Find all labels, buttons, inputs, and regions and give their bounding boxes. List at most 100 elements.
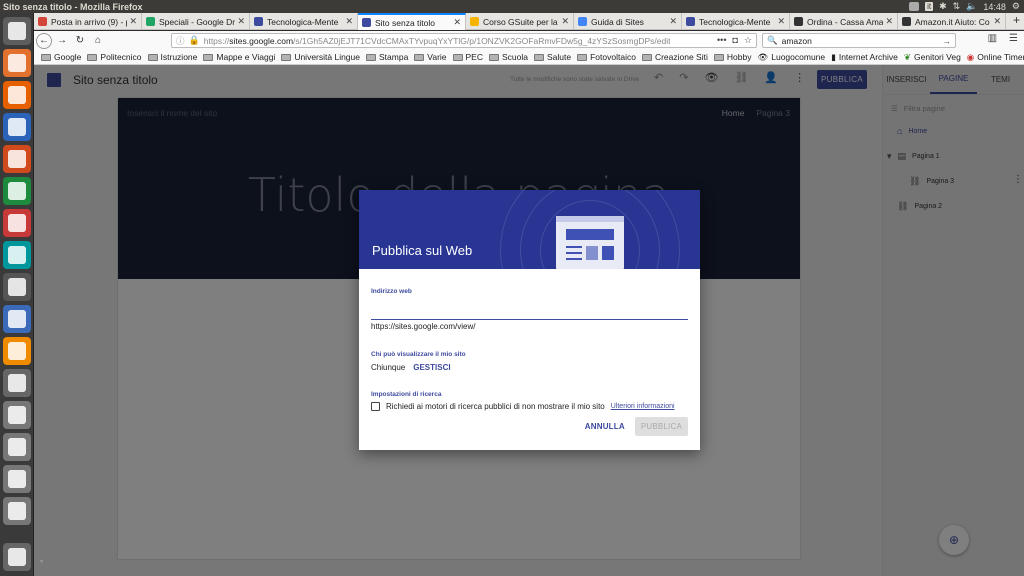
close-icon[interactable]: ✕: [129, 16, 137, 27]
bookmark-link[interactable]: ◉ Online Timer: [964, 52, 1024, 63]
visibility-value: Chiunque: [371, 363, 406, 372]
bookmark-folder[interactable]: PEC: [450, 52, 486, 62]
web-address-input[interactable]: [371, 309, 688, 320]
back-button[interactable]: ←: [36, 32, 52, 49]
forward-button[interactable]: →: [54, 33, 70, 49]
lock-icon[interactable]: 🔒: [189, 35, 200, 46]
navigation-bar: ← → ↻ ⌂ ⓘ 🔒 https://sites.google.com/s/1…: [34, 31, 1024, 50]
search-settings-row: Richiedi ai motori di ricerca pubblici d…: [371, 402, 688, 411]
folder-icon: [281, 53, 292, 61]
dropbox-icon[interactable]: [909, 2, 920, 11]
close-icon[interactable]: ✕: [669, 16, 677, 27]
home-button[interactable]: ⌂: [90, 33, 106, 49]
document-viewer-icon[interactable]: [3, 305, 31, 333]
gear-icon[interactable]: ⚙: [1012, 1, 1020, 12]
pocket-icon[interactable]: ◘: [732, 35, 737, 46]
web-address-label: Indirizzo web: [371, 288, 412, 295]
archive-icon: ▮: [831, 51, 836, 62]
bookmark-folder[interactable]: Fotovoltaico: [574, 52, 639, 62]
reload-button[interactable]: ↻: [72, 33, 88, 49]
more-info-link[interactable]: Ulteriori informazioni: [611, 403, 675, 410]
tab-guida-sites[interactable]: Guida di Sites ✕: [574, 13, 682, 30]
close-icon[interactable]: ✕: [993, 16, 1001, 27]
clock[interactable]: 14:48: [983, 2, 1006, 12]
bookmark-link[interactable]: ▮ Internet Archive: [828, 52, 901, 63]
tab-corso-gsuite[interactable]: Corso GSuite per la d ✕: [466, 13, 574, 30]
cancel-button[interactable]: ANNULLA: [581, 418, 629, 435]
bookmark-link[interactable]: 👁 Luogocomune: [754, 52, 828, 63]
folder-icon: [41, 53, 51, 61]
vlc-icon[interactable]: [3, 337, 31, 365]
bookmark-link[interactable]: ❦ Genitori Veg: [901, 52, 964, 63]
sidebar-icon[interactable]: ▥: [988, 33, 997, 44]
info-icon[interactable]: ⓘ: [176, 35, 185, 47]
hide-from-search-label[interactable]: Richiedi ai motori di ricerca pubblici d…: [386, 402, 605, 411]
tab-amazon-aiuto[interactable]: Amazon.it Aiuto: Co ✕: [898, 13, 1006, 30]
page-actions-icon[interactable]: •••: [717, 35, 726, 46]
tab-tecnologica-2[interactable]: Tecnologica-Mente ✕: [682, 13, 790, 30]
ubuntu-dash-icon[interactable]: [3, 17, 31, 45]
drive-icon-4[interactable]: [3, 497, 31, 525]
settings-icon[interactable]: [3, 209, 31, 237]
search-input[interactable]: amazon: [782, 36, 812, 46]
bluetooth-icon[interactable]: ✱: [939, 1, 947, 12]
bookmark-star-icon[interactable]: ☆: [744, 35, 752, 46]
trash-icon[interactable]: [3, 543, 31, 571]
url-prefix: https://: [203, 35, 230, 46]
feedback-icon[interactable]: ▪: [40, 556, 43, 566]
tab-amazon-ordina[interactable]: Ordina - Cassa Amaz ✕: [790, 13, 898, 30]
bookmark-folder[interactable]: Mappe e Viaggi: [200, 52, 278, 62]
scanner-icon[interactable]: [3, 273, 31, 301]
impress-icon[interactable]: [3, 145, 31, 173]
folder-icon: [87, 53, 98, 61]
files-icon[interactable]: [3, 49, 31, 77]
hide-from-search-checkbox[interactable]: [371, 402, 380, 411]
manage-button[interactable]: GESTISCI: [413, 363, 450, 372]
keyboard-layout-indicator[interactable]: it: [925, 2, 934, 11]
bookmark-folder[interactable]: Google: [38, 52, 84, 62]
close-icon[interactable]: ✕: [561, 16, 569, 27]
bookmark-folder[interactable]: Varie: [411, 52, 449, 62]
folder-icon: [641, 53, 652, 61]
gmail-icon: [38, 17, 47, 26]
window-title: Sito senza titolo - Mozilla Firefox: [3, 1, 143, 12]
close-icon[interactable]: ✕: [345, 16, 353, 27]
tab-gmail[interactable]: Posta in arrivo (9) - p ✕: [34, 13, 142, 30]
close-icon[interactable]: ✕: [237, 16, 245, 27]
bookmark-folder[interactable]: Hobby: [711, 52, 755, 62]
bookmark-folder[interactable]: Stampa: [363, 52, 411, 62]
dialog-publish-button[interactable]: PUBBLICA: [634, 417, 688, 436]
tab-drive[interactable]: Speciali - Google Driv ✕: [142, 13, 250, 30]
folder-icon: [489, 53, 499, 61]
bookmark-folder[interactable]: Creazione Siti: [639, 52, 711, 62]
bookmark-folder[interactable]: Politecnico: [84, 52, 144, 62]
writer-icon[interactable]: [3, 113, 31, 141]
search-go-icon[interactable]: →: [943, 36, 956, 46]
network-icon[interactable]: ⇅: [953, 1, 961, 12]
url-bar[interactable]: ⓘ 🔒 https://sites.google.com/s/1Gh5AZ0jE…: [171, 33, 757, 48]
folder-icon: [366, 53, 376, 61]
volume-icon[interactable]: 🔈: [966, 1, 977, 12]
calc-icon[interactable]: [3, 177, 31, 205]
tab-tecnologica-1[interactable]: Tecnologica-Mente ✕: [250, 13, 358, 30]
menu-icon[interactable]: ☰: [1009, 33, 1018, 44]
firefox-icon[interactable]: [3, 81, 31, 109]
tab-sito-senza-titolo[interactable]: Sito senza titolo ✕: [358, 13, 466, 30]
drive-icon-3[interactable]: [3, 465, 31, 493]
search-bar[interactable]: 🔍 amazon →: [762, 33, 956, 48]
drive-icon-2[interactable]: [3, 433, 31, 461]
close-icon[interactable]: ✕: [777, 16, 785, 27]
bookmark-folder[interactable]: Istruzione: [145, 52, 201, 62]
close-icon[interactable]: ✕: [885, 16, 893, 27]
close-icon[interactable]: ✕: [453, 17, 461, 28]
arduino-icon[interactable]: [3, 241, 31, 269]
bookmark-folder[interactable]: Salute: [531, 52, 574, 62]
new-tab-button[interactable]: +: [1013, 13, 1020, 27]
dialog-title: Pubblica sul Web: [372, 243, 473, 258]
drive-icon-1[interactable]: [3, 401, 31, 429]
folder-icon: [577, 53, 588, 61]
bookmark-folder[interactable]: Università Lingue: [278, 52, 363, 62]
web-address-prefix: https://sites.google.com/view/: [371, 322, 476, 331]
bookmark-folder[interactable]: Scuola: [486, 52, 531, 62]
floppy-icon[interactable]: [3, 369, 31, 397]
